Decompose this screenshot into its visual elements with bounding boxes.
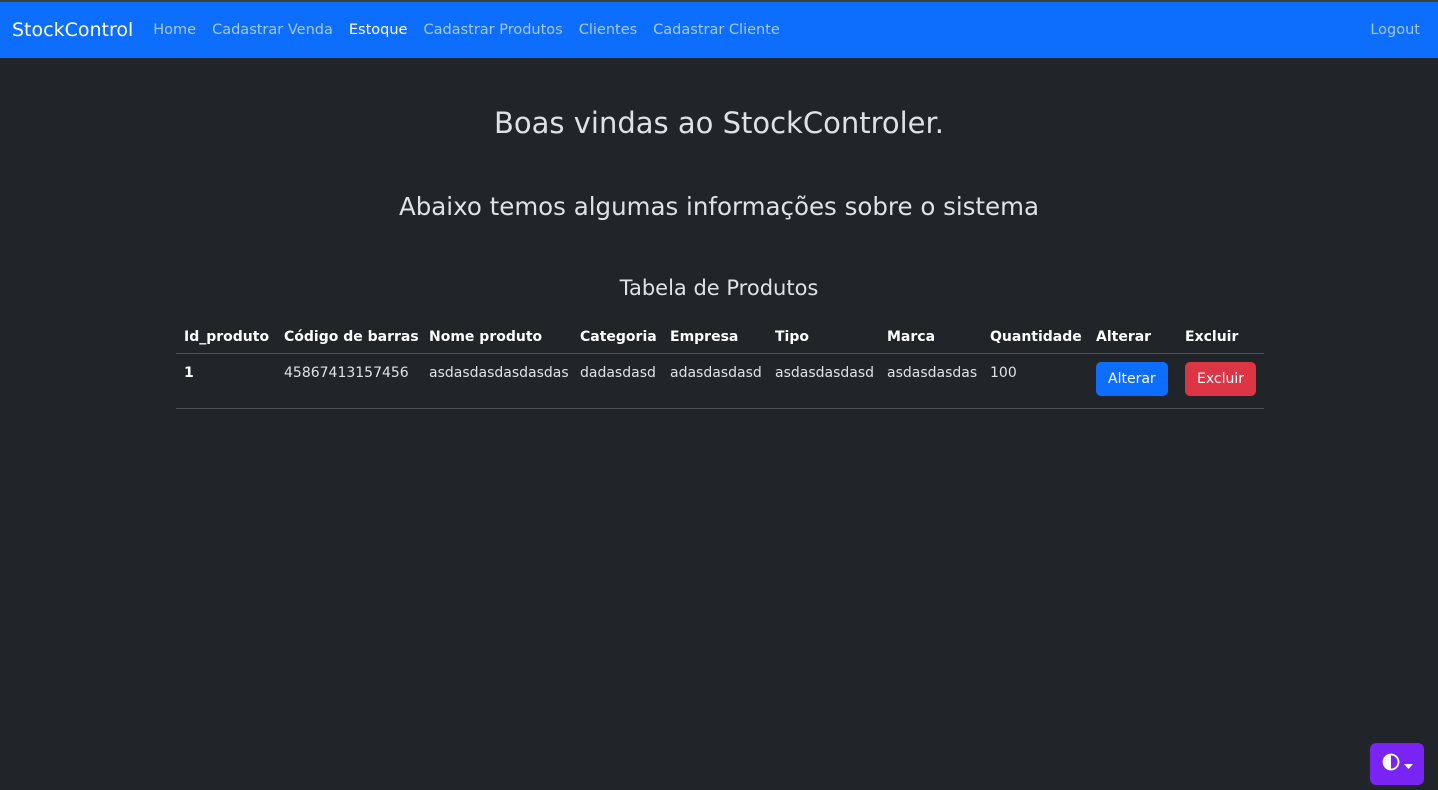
nav-link-cadastrar-produtos[interactable]: Cadastrar Produtos [415,22,570,38]
header-codigo-barras: Código de barras [276,320,421,354]
cell-id: 1 [176,353,276,409]
cell-type: asdasdasdasd [767,353,879,409]
header-tipo: Tipo [767,320,879,354]
products-table-wrapper: Id_produto Código de barras Nome produto… [176,320,1264,409]
header-nome-produto: Nome produto [421,320,572,354]
nav-link-clientes[interactable]: Clientes [571,22,645,38]
cell-company: adasdasdasd [662,353,767,409]
cell-barcode: 45867413157456 [276,353,421,409]
contrast-icon [1382,753,1400,775]
header-excluir: Excluir [1177,320,1264,354]
table-row: 1 45867413157456 asdasdasdasdasdas dadas… [176,353,1264,409]
brand-link[interactable]: StockControl [12,19,133,41]
logout-link[interactable]: Logout [1370,22,1420,38]
edit-button[interactable]: Alterar [1096,362,1168,396]
header-id-produto: Id_produto [176,320,276,354]
cell-brand: asdasdasdas [879,353,982,409]
welcome-heading: Boas vindas ao StockControler. [494,106,944,140]
header-quantidade: Quantidade [982,320,1088,354]
nav-link-cadastrar-venda[interactable]: Cadastrar Venda [204,22,341,38]
nav-link-home[interactable]: Home [145,22,204,38]
table-title: Tabela de Produtos [619,276,819,300]
delete-button[interactable]: Excluir [1185,362,1256,396]
cell-category: dadasdasd [572,353,662,409]
header-categoria: Categoria [572,320,662,354]
cell-product-name: asdasdasdasdasdas [421,353,572,409]
nav-link-cadastrar-cliente[interactable]: Cadastrar Cliente [645,22,788,38]
cell-quantity: 100 [982,353,1088,409]
header-alterar: Alterar [1088,320,1177,354]
theme-toggle-button[interactable] [1370,743,1424,785]
nav-links: Home Cadastrar Venda Estoque Cadastrar P… [145,22,788,38]
subtitle-heading: Abaixo temos algumas informações sobre o… [398,192,1039,221]
products-table: Id_produto Código de barras Nome produto… [176,320,1264,409]
cell-edit: Alterar [1088,353,1177,409]
cell-delete: Excluir [1177,353,1264,409]
table-header-row: Id_produto Código de barras Nome produto… [176,320,1264,354]
header-empresa: Empresa [662,320,767,354]
chevron-down-icon [1403,755,1413,774]
nav-link-estoque[interactable]: Estoque [341,22,416,38]
navbar: StockControl Home Cadastrar Venda Estoqu… [0,2,1438,58]
header-marca: Marca [879,320,982,354]
